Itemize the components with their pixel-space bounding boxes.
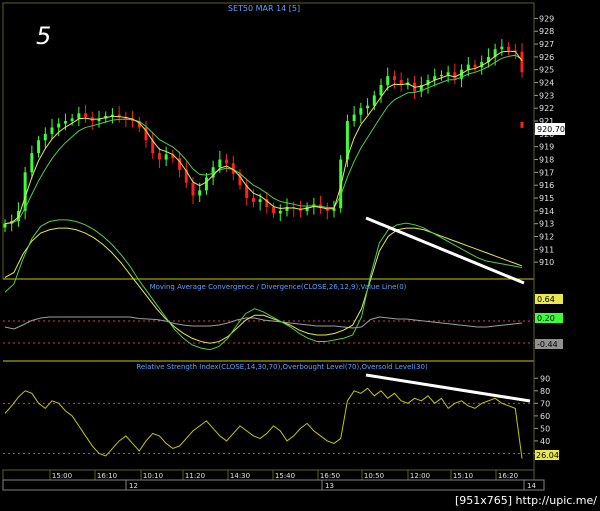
chart-window: 9299289279269259249239229219209199189179… (0, 0, 600, 511)
price-y-tick-label: 915 (539, 194, 554, 203)
price-candle-body (50, 127, 54, 134)
price-candle-body (43, 133, 47, 141)
macd-value-labels: 0.64 0.20 -0.44 (535, 294, 563, 349)
rsi-y-tick-label: 60 (540, 412, 550, 421)
price-candle-body (352, 114, 356, 122)
price-candle-body (272, 207, 276, 214)
price-candle-body (366, 105, 370, 109)
price-candle-body (446, 72, 450, 75)
price-candle-body (225, 159, 229, 164)
time-tick-label: 10:10 (143, 472, 163, 480)
price-y-tick-label: 922 (539, 104, 554, 113)
price-y-tick-label: 919 (539, 143, 554, 152)
price-candle-body (204, 177, 208, 191)
price-y-tick-label: 914 (539, 207, 554, 216)
price-candle-body (507, 46, 511, 51)
price-candle-body (359, 108, 363, 115)
time-tick-label: 10:50 (364, 472, 384, 480)
price-candle-body (37, 140, 41, 154)
time-tick-label: 12:00 (410, 472, 430, 480)
macd-value-label: 0.20 (537, 314, 555, 323)
price-candle-body (392, 76, 396, 80)
watermark: [951x765] http://upic.me/ (455, 494, 597, 507)
annotation-number: 5 (36, 22, 51, 50)
macd-value-label: 0.64 (537, 295, 555, 304)
background (0, 0, 600, 511)
time-tick-label: 16:10 (97, 472, 117, 480)
time-tick-label: 15:10 (453, 472, 473, 480)
rsi-title: Relative Strength Index(CLOSE,14,30,70),… (136, 363, 428, 371)
macd-title: Moving Average Convergence / Divergence(… (150, 283, 407, 291)
price-y-tick-label: 916 (539, 181, 554, 190)
chart-canvas: 9299289279269259249239229219209199189179… (0, 0, 600, 511)
price-candle-body (453, 72, 457, 79)
price-y-tick-label: 923 (539, 91, 554, 100)
price-candle-body (386, 76, 390, 86)
last-price-label: 920.70 (537, 125, 565, 134)
price-candle-body (520, 51, 524, 73)
time-tick-label: 15:00 (52, 472, 72, 480)
price-candle-body (198, 190, 202, 196)
price-candle-body (70, 118, 74, 122)
price-candle-body (218, 159, 222, 168)
price-y-tick-label: 929 (539, 14, 554, 23)
price-candle-body (57, 123, 61, 128)
price-y-tick-label: 918 (539, 156, 554, 165)
price-candle-body (439, 74, 443, 77)
rsi-y-tick-label: 40 (540, 437, 550, 446)
price-candle-body (77, 113, 81, 119)
date-tick-label: 14 (527, 482, 536, 490)
rsi-last-label: 26.04 (536, 451, 559, 460)
price-candle-body (63, 121, 67, 124)
price-candle-body (191, 182, 195, 196)
price-y-tick-label: 913 (539, 220, 554, 229)
price-candle-body (110, 114, 114, 116)
time-tick-label: 16:20 (498, 472, 518, 480)
price-candle-body (379, 85, 383, 96)
time-tick-label: 16:50 (320, 472, 340, 480)
price-y-tick-label: 926 (539, 53, 554, 62)
price-candle-body (157, 153, 161, 160)
chart-title: SET50 MAR 14 [5] (228, 4, 300, 13)
price-y-tick-label: 912 (539, 233, 554, 242)
price-candle-body (30, 153, 34, 173)
rsi-y-tick-label: 80 (540, 387, 550, 396)
price-y-tick-label: 928 (539, 27, 554, 36)
macd-value-label: -0.44 (537, 340, 558, 349)
price-y-tick-label: 924 (539, 79, 554, 88)
price-candle-body (251, 198, 255, 202)
rsi-y-tick-label: 70 (540, 399, 550, 408)
price-y-tick-label: 911 (539, 245, 554, 254)
price-y-tick-label: 927 (539, 40, 554, 49)
date-axis (2, 479, 545, 491)
price-candle-body (278, 210, 282, 214)
price-y-tick-label: 917 (539, 168, 554, 177)
rsi-y-tick-label: 90 (540, 374, 550, 383)
price-y-tick-label: 925 (539, 66, 554, 75)
price-y-tick-label: 910 (539, 258, 554, 267)
price-candle-body (372, 95, 376, 106)
price-candle-body (164, 154, 168, 160)
price-candle-body (258, 199, 262, 202)
time-tick-label: 15:40 (275, 472, 295, 480)
price-candle-body (84, 113, 88, 118)
price-candle-body (473, 64, 477, 68)
time-tick-label: 11:20 (185, 472, 205, 480)
price-candle-body (3, 223, 7, 228)
date-tick-label: 12 (129, 482, 138, 490)
rsi-y-tick-label: 50 (540, 424, 550, 433)
date-tick-label: 13 (325, 482, 334, 490)
price-candle-body (500, 46, 504, 50)
time-tick-label: 14:30 (230, 472, 250, 480)
